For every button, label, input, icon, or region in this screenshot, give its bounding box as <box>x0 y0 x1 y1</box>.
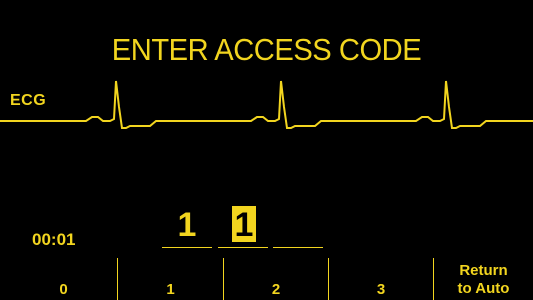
code-digit-3[interactable] <box>273 206 323 248</box>
code-digit-1[interactable]: 1 <box>162 206 212 248</box>
monitor-screen: ENTER ACCESS CODE ECG 00:01 1 1 0 1 2 3 <box>0 0 533 300</box>
softkey-1[interactable]: 1 <box>118 256 223 300</box>
softkey-0-label: 0 <box>59 281 68 298</box>
softkey-0[interactable]: 0 <box>10 256 117 300</box>
softkey-2-label: 2 <box>271 281 281 298</box>
return-label-line-2: to Auto <box>457 280 510 297</box>
ecg-waveform <box>0 80 533 129</box>
code-digit-1-value: 1 <box>177 206 197 244</box>
softkey-3-label: 3 <box>376 281 386 298</box>
softkey-3[interactable]: 3 <box>329 256 433 300</box>
return-label-line-1: Return <box>459 262 508 279</box>
code-digit-2-underline <box>218 247 268 248</box>
return-to-auto-button[interactable]: Return to Auto <box>434 256 533 300</box>
code-digit-2-value: 1 <box>232 206 256 244</box>
softkey-2[interactable]: 2 <box>224 256 328 300</box>
code-digit-1-underline <box>162 247 212 248</box>
ecg-trace <box>0 80 533 129</box>
return-to-auto-label: Return to Auto <box>434 262 533 298</box>
code-digit-3-underline <box>273 247 323 248</box>
elapsed-timer: 00:01 <box>32 230 76 249</box>
code-digit-2[interactable]: 1 <box>218 206 268 248</box>
softkey-bar: 0 1 2 3 Return to Auto <box>0 256 533 300</box>
softkey-1-label: 1 <box>166 281 175 298</box>
